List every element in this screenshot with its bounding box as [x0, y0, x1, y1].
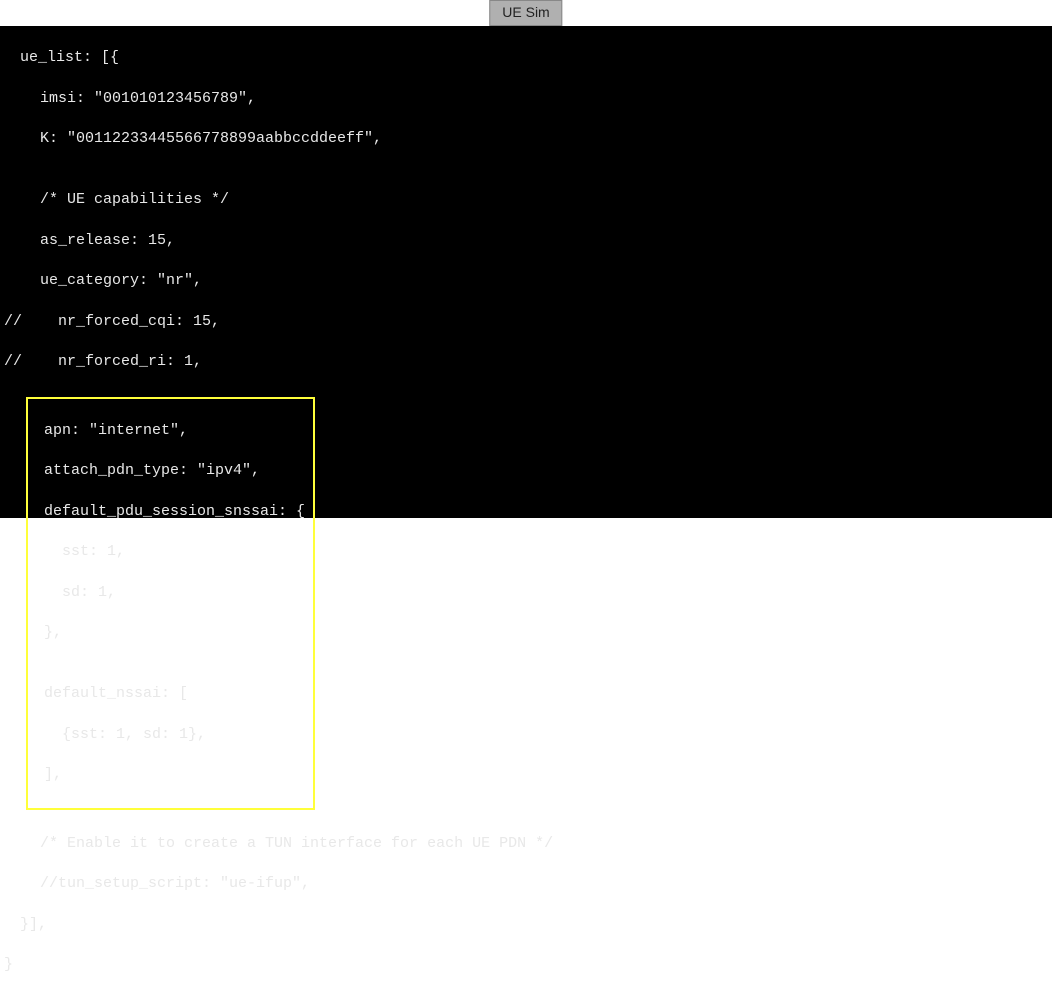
code-line: },: [30, 623, 305, 643]
code-line: /* Enable it to create a TUN interface f…: [4, 834, 1048, 854]
code-line: K: "00112233445566778899aabbccddeeff",: [4, 129, 1048, 149]
tab-ue-sim[interactable]: UE Sim: [489, 0, 562, 26]
code-line: }],: [4, 915, 1048, 935]
code-line: }: [4, 955, 1048, 975]
code-line: attach_pdn_type: "ipv4",: [30, 461, 305, 481]
code-line: {sst: 1, sd: 1},: [30, 725, 305, 745]
code-editor[interactable]: ue_list: [{ imsi: "001010123456789", K: …: [0, 26, 1052, 518]
code-line: // nr_forced_ri: 1,: [4, 352, 1048, 372]
code-line: sd: 1,: [30, 583, 305, 603]
highlighted-code-block: apn: "internet", attach_pdn_type: "ipv4"…: [26, 397, 315, 810]
code-line: /* UE capabilities */: [4, 190, 1048, 210]
code-line: default_nssai: [: [30, 684, 305, 704]
code-line: sst: 1,: [30, 542, 305, 562]
code-line: //tun_setup_script: "ue-ifup",: [4, 874, 1048, 894]
code-line: default_pdu_session_snssai: {: [30, 502, 305, 522]
header-bar: UE Sim: [0, 0, 1052, 26]
code-line: ],: [30, 765, 305, 785]
code-line: imsi: "001010123456789",: [4, 89, 1048, 109]
code-line: ue_list: [{: [4, 48, 1048, 68]
code-line: as_release: 15,: [4, 231, 1048, 251]
code-line: // nr_forced_cqi: 15,: [4, 312, 1048, 332]
code-line: ue_category: "nr",: [4, 271, 1048, 291]
code-line: apn: "internet",: [30, 421, 305, 441]
